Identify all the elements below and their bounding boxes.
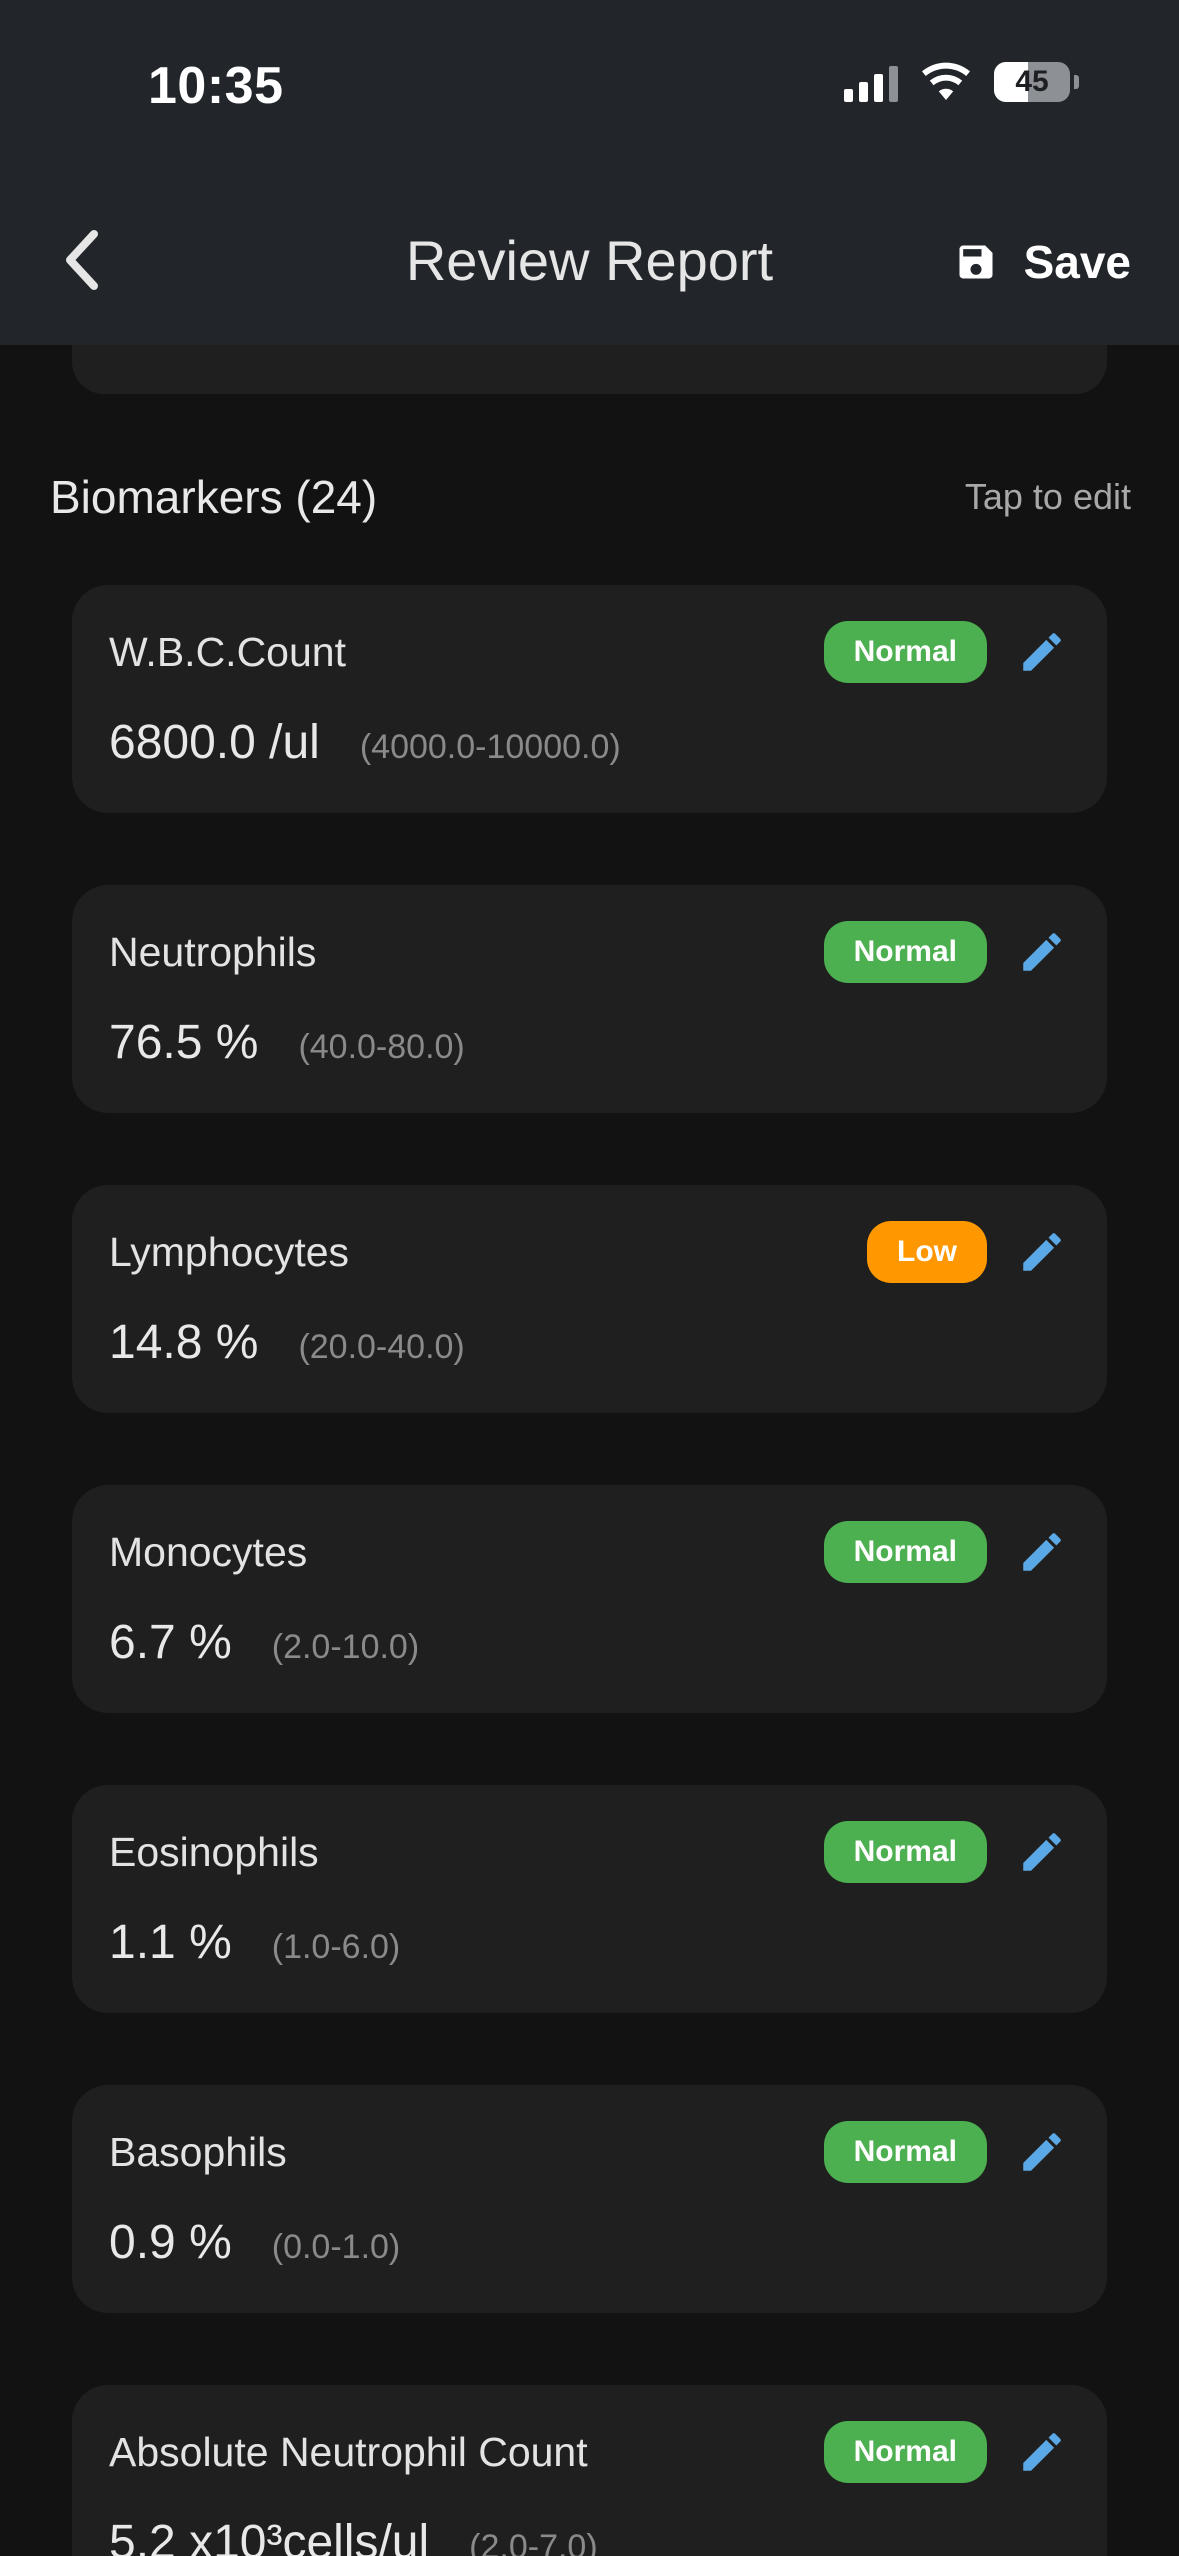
reference-range: (0.0-1.0) (271, 2228, 401, 2266)
status-badge: Low (867, 1221, 987, 1283)
battery-icon: 45 (994, 62, 1070, 102)
biomarkers-section-header: Biomarkers (24) Tap to edit (50, 470, 1131, 524)
value-row: 1.1 % (1.0-6.0) (109, 1915, 400, 1970)
pencil-icon[interactable] (1017, 927, 1067, 977)
reference-range: (2.0-7.0) (469, 2528, 598, 2556)
reference-range: (4000.0-10000.0) (359, 728, 621, 766)
reference-range: (40.0-80.0) (298, 1028, 465, 1066)
biomarker-value: 6.7 % (109, 1616, 232, 1669)
biomarker-value: 5.2 x10³cells/ul (109, 2516, 430, 2556)
pencil-icon[interactable] (1017, 1227, 1067, 1277)
pencil-icon[interactable] (1017, 1827, 1067, 1877)
biomarker-name: Lymphocytes (109, 1229, 350, 1275)
biomarker-name: Eosinophils (109, 1829, 319, 1875)
floppy-disk-icon (959, 245, 993, 279)
biomarker-card[interactable]: Basophils Normal 0.9 % (0.0-1.0) (72, 2085, 1107, 2313)
pencil-icon[interactable] (1017, 627, 1067, 677)
status-time: 10:35 (148, 57, 284, 115)
biomarker-value: 1.1 % (109, 1916, 232, 1969)
value-row: 76.5 % (40.0-80.0) (109, 1015, 465, 1070)
wifi-icon (922, 62, 970, 100)
biomarker-card[interactable]: Monocytes Normal 6.7 % (2.0-10.0) (72, 1485, 1107, 1713)
app-header: 10:35 45 Review Report Save (0, 0, 1179, 345)
reference-range: (20.0-40.0) (298, 1328, 465, 1366)
status-badge: Normal (823, 2121, 987, 2183)
biomarker-value: 0.9 % (109, 2216, 232, 2269)
biomarker-value: 76.5 % (109, 1016, 259, 1069)
pencil-icon[interactable] (1017, 2127, 1067, 2177)
status-badge: Normal (823, 921, 987, 983)
status-badge: Normal (823, 2421, 987, 2483)
biomarker-card[interactable]: Neutrophils Normal 76.5 % (40.0-80.0) (72, 885, 1107, 1113)
biomarker-name: Basophils (109, 2129, 287, 2175)
battery-level: 45 (1015, 65, 1049, 98)
section-title: Biomarkers (24) (50, 471, 378, 523)
status-badge: Normal (823, 1821, 987, 1883)
biomarker-card[interactable]: W.B.C.Count Normal 6800.0 /ul (4000.0-10… (72, 585, 1107, 813)
cellular-signal-icon (844, 62, 898, 102)
save-label: Save (1023, 236, 1131, 288)
pencil-icon[interactable] (1017, 2427, 1067, 2477)
biomarker-value: 14.8 % (109, 1316, 259, 1369)
biomarker-card[interactable]: Eosinophils Normal 1.1 % (1.0-6.0) (72, 1785, 1107, 2013)
biomarker-value: 6800.0 /ul (109, 716, 320, 769)
biomarker-card[interactable]: Lymphocytes Low 14.8 % (20.0-40.0) (72, 1185, 1107, 1413)
biomarker-name: Monocytes (109, 1529, 308, 1575)
reference-range: (2.0-10.0) (271, 1628, 420, 1666)
value-row: 14.8 % (20.0-40.0) (109, 1315, 465, 1370)
value-row: 0.9 % (0.0-1.0) (109, 2215, 400, 2270)
status-icons: 45 (844, 62, 1079, 102)
status-badge: Normal (823, 621, 987, 683)
value-row: 5.2 x10³cells/ul (2.0-7.0) (109, 2515, 598, 2556)
value-row: 6800.0 /ul (4000.0-10000.0) (109, 715, 621, 770)
biomarker-name: Neutrophils (109, 929, 317, 975)
save-button[interactable]: Save (954, 230, 1131, 294)
tap-to-edit-hint: Tap to edit (964, 476, 1131, 517)
biomarker-name: W.B.C.Count (109, 629, 346, 675)
review-report-screen: Biomarkers (24) Tap to edit W.B.C.Count … (0, 0, 1179, 2556)
status-badge: Normal (823, 1521, 987, 1583)
pencil-icon[interactable] (1017, 1527, 1067, 1577)
value-row: 6.7 % (2.0-10.0) (109, 1615, 419, 1670)
biomarker-name: Absolute Neutrophil Count (109, 2429, 588, 2475)
reference-range: (1.0-6.0) (271, 1928, 401, 1966)
biomarker-card[interactable]: Absolute Neutrophil Count Normal 5.2 x10… (72, 2385, 1107, 2556)
